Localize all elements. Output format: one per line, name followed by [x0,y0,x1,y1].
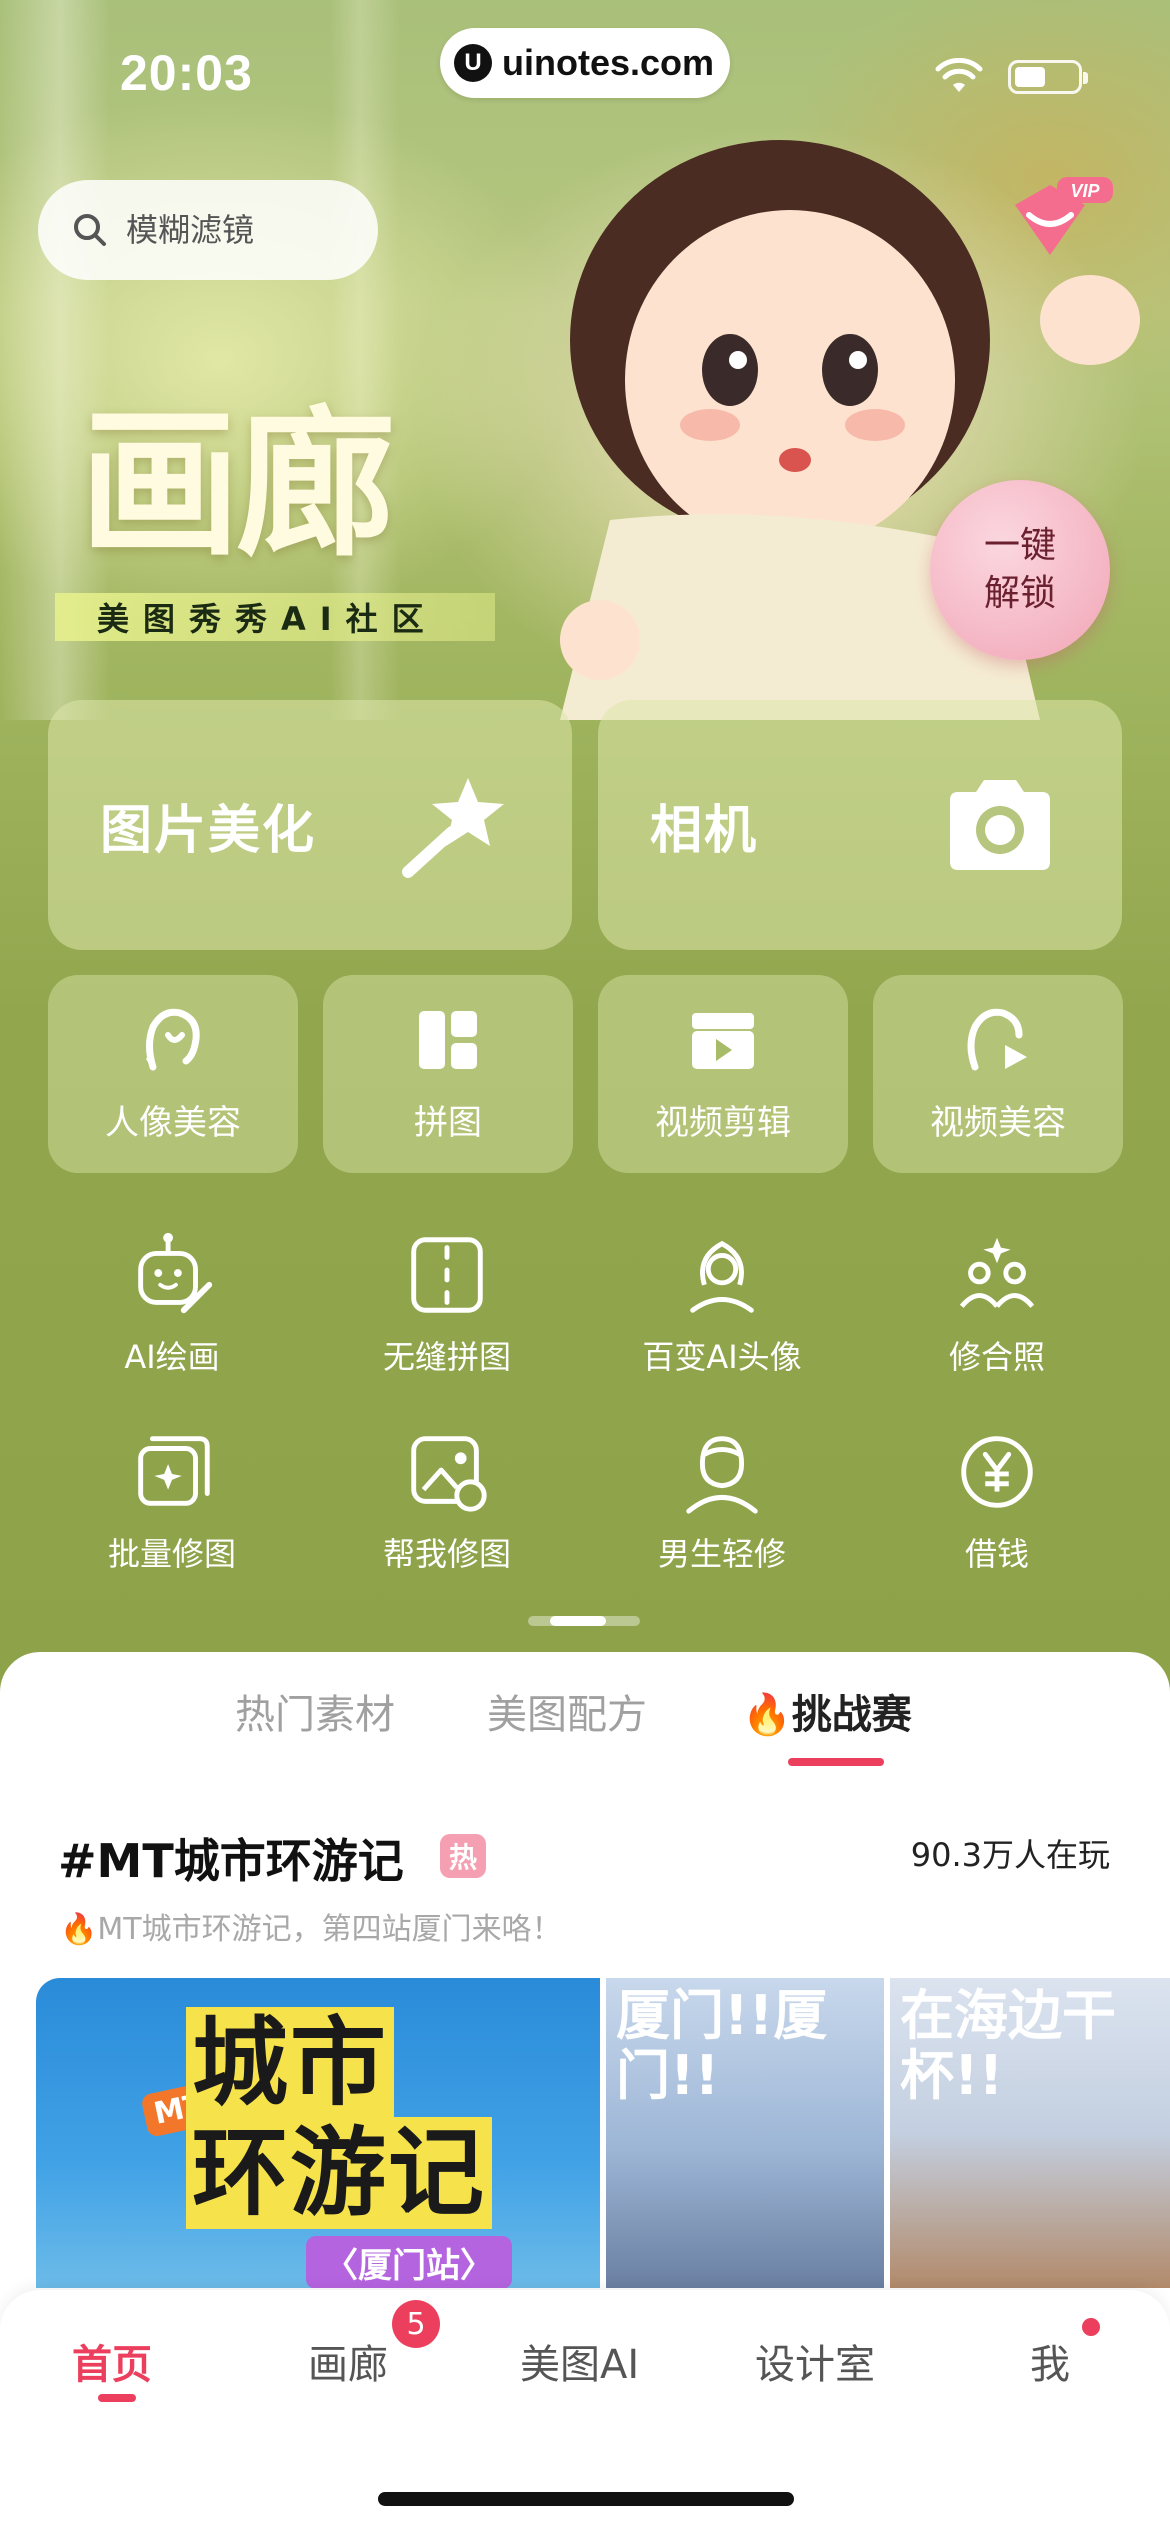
video-edit-card[interactable]: 视频剪辑 [598,975,848,1173]
wifi-icon [935,58,983,92]
challenge-title[interactable]: #MT城市环游记 [58,1825,404,1891]
status-time: 20:03 [120,45,253,101]
group-photo-icon [959,1237,1035,1308]
unlock-line1: 一键 [983,525,1056,566]
unlock-button[interactable]: 一键 解锁 [930,480,1110,660]
male-retouch-tool[interactable]: 男生轻修 [592,1425,852,1575]
vip-label: VIP [1070,181,1100,201]
nav-active-indicator [98,2394,136,2402]
thumbnail-station-tag: 〈厦门站〉 [306,2236,512,2288]
flame-icon: 🔥 [742,1692,792,1738]
page-indicator [528,1616,640,1626]
collage-icon [419,1011,477,1069]
help-edit-icon [411,1436,487,1512]
thumbnail-headline: 城市 环游记 [186,2007,492,2229]
photo-beautify-label: 图片美化 [100,800,317,861]
nav-gallery[interactable]: 画廊 [308,2332,388,2390]
help-edit-tool[interactable]: 帮我修图 [317,1425,577,1575]
nav-home[interactable]: 首页 [72,2332,152,2390]
url-text: uinotes.com [502,42,715,83]
robot-paint-icon [138,1232,213,1314]
hot-badge: 热 [440,1834,486,1878]
vip-badge-icon[interactable]: VIP [1005,175,1115,265]
portrait-beauty-card[interactable]: 人像美容 [48,975,298,1173]
battery-icon [1008,60,1088,94]
seamless-collage-tool[interactable]: 无缝拼图 [317,1228,577,1378]
active-tab-indicator [788,1758,884,1766]
male-retouch-label: 男生轻修 [657,1535,786,1573]
help-edit-label: 帮我修图 [382,1535,511,1573]
ai-avatar-label: 百变AI头像 [642,1338,802,1376]
ai-painting-label: AI绘画 [124,1338,220,1376]
ai-avatar-tool[interactable]: 百变AI头像 [592,1228,852,1378]
thumbnail-2-text: 厦门!!厦门!! [616,1984,828,2107]
search-icon [74,214,106,246]
batch-edit-tool[interactable]: 批量修图 [42,1425,302,1575]
borrow-money-tool[interactable]: 借钱 [867,1425,1127,1575]
players-count: 90.3万人在玩 [910,1836,1110,1874]
gallery-logo[interactable]: 画廊 [80,355,396,587]
collage-card[interactable]: 拼图 [323,975,573,1173]
male-retouch-icon [686,1436,758,1514]
flame-icon: 🔥 [60,1912,98,1947]
video-beauty-label: 视频美容 [930,1103,1066,1143]
challenge-thumbnail-main[interactable]: MT 城市 环游记 〈厦门站〉 [36,1978,600,2288]
photo-beautify-card[interactable]: 图片美化 [48,700,572,950]
magic-wand-icon [402,778,504,878]
yuan-icon [961,1436,1033,1508]
video-edit-label: 视频剪辑 [655,1103,791,1143]
portrait-beauty-label: 人像美容 [105,1103,241,1143]
portrait-icon [146,1008,200,1071]
challenge-description: 🔥MT城市环游记，第四站厦门来咯！ [60,1912,562,1947]
ai-painting-tool[interactable]: AI绘画 [42,1228,302,1378]
home-indicator [378,2492,794,2506]
collage-label: 拼图 [414,1103,482,1143]
video-beauty-card[interactable]: 视频美容 [873,975,1123,1173]
video-edit-icon [692,1013,754,1069]
unlock-line2: 解锁 [983,573,1056,614]
url-pill[interactable]: U uinotes.com [440,28,730,98]
thumbnail-3-text: 在海边干杯!! [900,1984,1116,2107]
camera-icon [950,780,1050,870]
challenge-thumbnail-2[interactable]: 厦门!!厦门!! [606,1978,884,2288]
batch-edit-label: 批量修图 [107,1535,236,1573]
video-beauty-icon [967,1008,1027,1071]
content-tabs: 热门素材 美图配方 🔥挑战赛 [0,1682,1170,1762]
tab-recipes[interactable]: 美图配方 [487,1682,647,1740]
camera-label: 相机 [650,800,759,861]
camera-card[interactable]: 相机 [598,700,1122,950]
search-bar[interactable] [38,180,378,280]
nav-design-studio[interactable]: 设计室 [755,2332,875,2390]
tab-challenge[interactable]: 🔥挑战赛 [742,1682,912,1740]
gallery-notification-badge: 5 [392,2300,440,2348]
uinotes-logo-icon: U [454,44,492,82]
batch-edit-icon [138,1436,210,1506]
search-input[interactable] [126,211,346,249]
tab-hot-materials[interactable]: 热门素材 [235,1682,395,1740]
seamless-collage-icon [411,1237,483,1313]
challenge-thumbnail-3[interactable]: 在海边干杯!! [890,1978,1170,2288]
ai-avatar-icon [690,1240,754,1313]
group-photo-tool[interactable]: 修合照 [867,1228,1127,1378]
gallery-subtitle: 美图秀秀AI社区 [55,593,495,641]
nav-meitu-ai[interactable]: 美图AI [520,2332,639,2390]
nav-me[interactable]: 我 [1030,2332,1070,2390]
group-photo-label: 修合照 [948,1338,1045,1376]
borrow-money-label: 借钱 [964,1535,1029,1573]
seamless-collage-label: 无缝拼图 [382,1338,511,1376]
me-notification-dot [1082,2318,1100,2336]
